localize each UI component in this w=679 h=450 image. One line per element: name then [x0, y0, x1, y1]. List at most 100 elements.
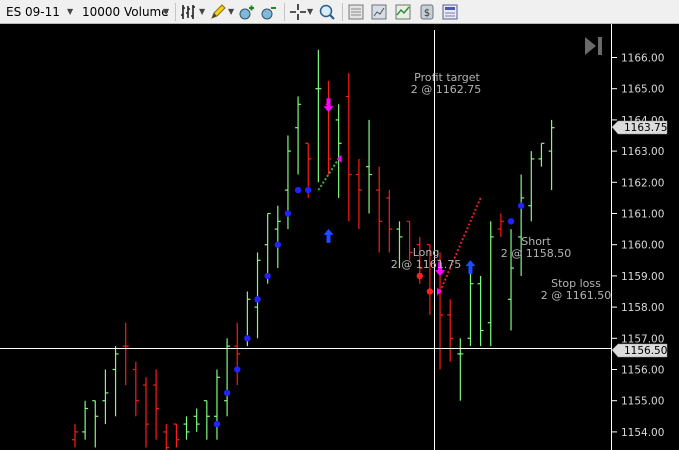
scroll-to-end-button[interactable]	[585, 37, 602, 55]
price-tick-label: 1158.00	[621, 302, 664, 314]
price-tick-label: 1155.00	[621, 396, 664, 408]
psar-dot	[426, 288, 434, 295]
psar-dot	[234, 366, 241, 373]
ohlc-bar	[538, 142, 545, 167]
price-tick-label: 1162.00	[621, 177, 664, 189]
ohlc-bar	[142, 377, 149, 448]
bar-type-icon[interactable]	[180, 3, 198, 21]
ohlc-bar	[274, 205, 281, 269]
price-tick-label: 1166.00	[621, 53, 664, 65]
price-axis[interactable]: 1166.001165.001164.001163.001162.001161.…	[612, 53, 664, 439]
psar-dot	[305, 186, 312, 194]
price-tick-label: 1154.00	[621, 427, 664, 439]
ohlc-bar	[234, 322, 241, 386]
chart-toolbar: ES 09-11 ▼ 10000 Volume ▼ ▼ ▼ ▼ $	[0, 0, 679, 24]
price-bars	[72, 49, 555, 450]
ohlc-bar	[173, 423, 180, 448]
period-selector[interactable]: 10000 Volume	[82, 5, 169, 19]
crosshair-icon[interactable]	[289, 3, 307, 21]
trade-connector-line	[439, 197, 482, 292]
psar-dot	[517, 202, 525, 209]
period-dropdown-icon[interactable]: ▼	[163, 7, 169, 16]
ohlc-bar	[112, 346, 119, 417]
ohlc-bar	[92, 400, 99, 448]
play-icon[interactable]	[585, 37, 596, 55]
ohlc-bar	[153, 369, 160, 440]
crosshair-price-label: 1156.50	[624, 345, 667, 357]
profit-target-detail: 2 @ 1162.75	[411, 83, 481, 96]
ohlc-bar	[477, 275, 484, 347]
drawing-dropdown-icon[interactable]: ▼	[228, 7, 234, 16]
ohlc-bar	[183, 416, 190, 440]
bar-type-dropdown-icon[interactable]: ▼	[199, 7, 205, 16]
psar-dot	[213, 420, 221, 428]
long-detail: 2 @ 1161.75	[391, 258, 461, 271]
long-annotation: Long 2 @ 1161.75	[391, 246, 461, 271]
ohlc-bar	[518, 174, 525, 276]
psar-dot	[416, 272, 423, 280]
ohlc-bar	[376, 166, 383, 253]
indicators-icon[interactable]	[394, 3, 412, 21]
price-tick-label: 1159.00	[621, 271, 664, 283]
ohlc-bar	[254, 252, 261, 339]
last-price-marker: 1163.75	[611, 120, 667, 135]
ohlc-bar	[325, 80, 332, 175]
price-tick-label: 1160.00	[621, 240, 664, 252]
psar-dot	[264, 272, 271, 280]
ohlc-bar	[548, 119, 555, 191]
svg-text:$: $	[424, 8, 430, 19]
ohlc-bar	[82, 400, 89, 440]
ohlc-bar	[366, 119, 373, 214]
data-box-icon[interactable]	[347, 3, 365, 21]
psar-dot	[294, 186, 302, 194]
ohlc-bar	[163, 424, 170, 450]
zoom-in-icon[interactable]	[238, 3, 256, 21]
zoom-out-icon[interactable]	[260, 3, 278, 21]
stop-loss-detail: 2 @ 1161.50	[541, 289, 611, 302]
magnifier-icon[interactable]	[318, 3, 336, 21]
ohlc-bar	[528, 151, 535, 222]
ohlc-bar	[203, 400, 210, 440]
short-detail: 2 @ 1158.50	[501, 247, 571, 260]
crosshair-price-marker: 1156.50	[611, 343, 667, 358]
last-price-label: 1163.75	[624, 122, 667, 134]
toolbar-separator	[342, 3, 343, 21]
price-tick-label: 1156.00	[621, 365, 664, 377]
price-tick-label: 1165.00	[621, 84, 664, 96]
drawing-pencil-icon[interactable]	[209, 3, 227, 21]
ohlc-bar	[457, 338, 464, 401]
ohlc-bar	[355, 158, 362, 230]
instrument-dropdown-icon[interactable]: ▼	[67, 7, 73, 16]
ohlc-bar	[487, 221, 494, 347]
short-entry-arrow-icon	[323, 98, 334, 113]
price-tick-label: 1163.00	[621, 146, 664, 158]
psar-dot	[254, 296, 261, 303]
ohlc-bar	[213, 369, 220, 440]
ohlc-bar	[497, 213, 504, 237]
ohlc-bar	[315, 49, 322, 183]
parabolic-sar-dots	[213, 186, 525, 428]
long-entry-arrow-icon	[323, 228, 334, 243]
crosshair-dropdown-icon[interactable]: ▼	[307, 7, 313, 16]
ohlc-bar	[224, 338, 231, 417]
price-chart[interactable]: 1166.001165.001164.001163.001162.001161.…	[0, 24, 679, 450]
ohlc-bar	[508, 229, 515, 331]
ohlc-bar	[345, 73, 352, 222]
price-tick-label: 1157.00	[621, 333, 664, 345]
ohlc-bar	[72, 424, 78, 448]
ohlc-bar	[386, 190, 393, 253]
toolbar-separator	[175, 3, 176, 21]
ohlc-bar	[467, 268, 474, 347]
ohlc-bar	[295, 96, 302, 175]
price-tick-label: 1161.00	[621, 209, 664, 221]
strategies-icon[interactable]: $	[418, 3, 436, 21]
ohlc-bar	[122, 322, 129, 386]
ohlc-bar	[447, 299, 454, 362]
profit-target-annotation: Profit target 2 @ 1162.75	[411, 71, 481, 96]
psar-dot	[244, 335, 251, 342]
instrument-selector[interactable]: ES 09-11	[6, 5, 60, 19]
toolbar-separator	[284, 3, 285, 21]
end-bar-icon[interactable]	[598, 37, 602, 55]
chart-trader-icon[interactable]	[441, 3, 459, 21]
chart-properties-icon[interactable]	[370, 3, 388, 21]
